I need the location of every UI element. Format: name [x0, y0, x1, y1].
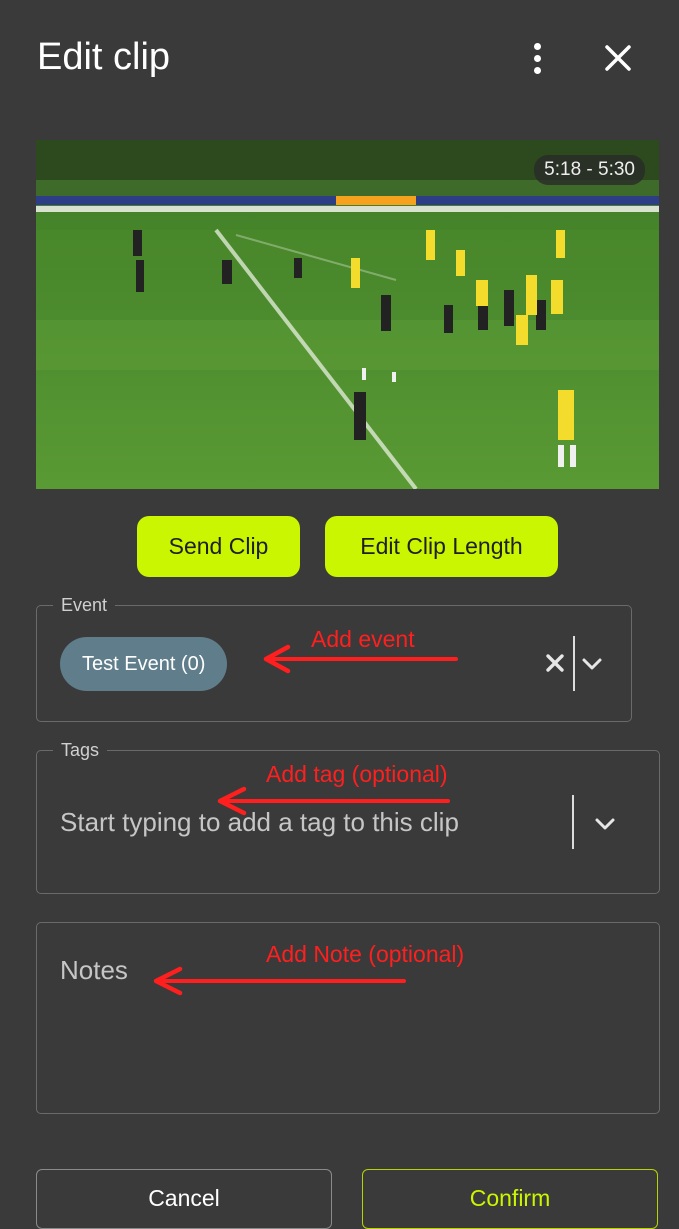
annotation-add-note: Add Note (optional) [266, 941, 465, 967]
tags-field-label: Tags [53, 740, 108, 761]
annotation-arrow-icon [263, 644, 458, 674]
divider [573, 636, 575, 691]
divider [572, 795, 574, 849]
more-options-button[interactable] [522, 38, 552, 78]
event-field-label: Event [53, 595, 116, 616]
event-chip[interactable]: Test Event (0) [60, 637, 228, 691]
edit-clip-length-button[interactable]: Edit Clip Length [325, 516, 558, 577]
more-vert-icon-dot [533, 66, 541, 74]
page-title: Edit clip [37, 36, 171, 78]
close-icon[interactable] [600, 40, 636, 76]
video-player[interactable]: 5:18 - 5:30 [36, 140, 659, 489]
confirm-button[interactable]: Confirm [362, 1169, 658, 1229]
chevron-down-icon[interactable] [579, 651, 605, 677]
clip-time-range: 5:18 - 5:30 [534, 155, 645, 185]
annotation-add-tag: Add tag (optional) [266, 761, 448, 787]
more-vert-icon-dot [533, 54, 541, 62]
video-frame [36, 140, 659, 489]
annotation-arrow-icon [217, 786, 450, 816]
clear-icon[interactable] [543, 651, 567, 675]
notes-input-placeholder[interactable]: Notes [60, 955, 128, 986]
more-vert-icon-dot [533, 42, 541, 50]
chevron-down-icon[interactable] [592, 811, 618, 837]
annotation-arrow-icon [153, 966, 406, 996]
send-clip-button[interactable]: Send Clip [137, 516, 300, 577]
cancel-button[interactable]: Cancel [36, 1169, 332, 1229]
